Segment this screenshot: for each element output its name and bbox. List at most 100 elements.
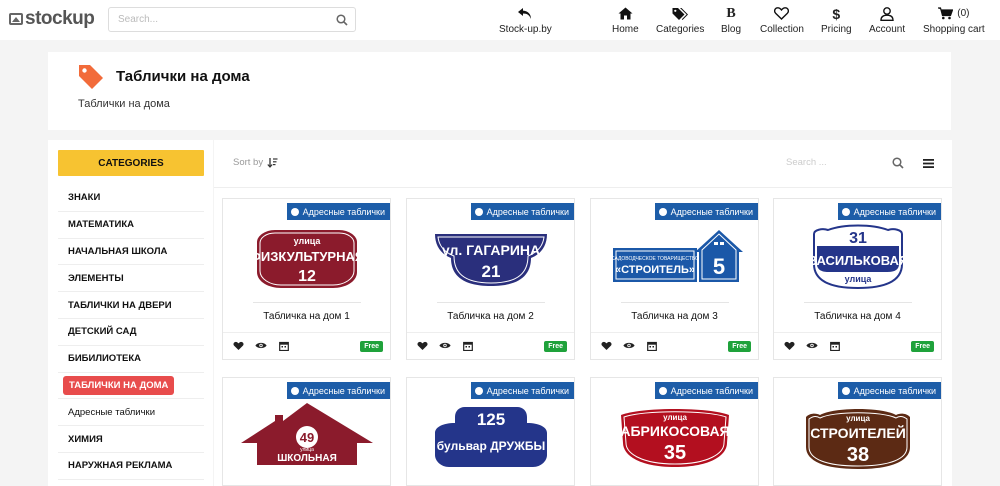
- category-item[interactable]: ХИМИЯ: [58, 426, 204, 453]
- eye-icon[interactable]: [255, 341, 267, 350]
- sort-icon: [267, 158, 278, 168]
- svg-text:САДОВОДЧЕСКОЕ ТОВАРИЩЕСТВО: САДОВОДЧЕСКОЕ ТОВАРИЩЕСТВО: [611, 256, 699, 262]
- category-badge[interactable]: Адресные таблички: [654, 203, 758, 220]
- svg-text:бульвар ДРУЖБЫ: бульвар ДРУЖБЫ: [437, 439, 545, 453]
- category-badge[interactable]: Адресные таблички: [470, 203, 574, 220]
- product-title[interactable]: Табличка на дом 4: [774, 311, 941, 322]
- category-item[interactable]: НАРУЖНАЯ РЕКЛАМА: [58, 453, 204, 480]
- product-card[interactable]: Адресные таблички ул. ГАГАРИНА 21 Таблич…: [406, 198, 575, 360]
- product-title[interactable]: Табличка на дом 1: [223, 311, 390, 322]
- product-card[interactable]: Адресные таблички улица АБРИКОСОВАЯ 35: [590, 377, 759, 486]
- category-badge[interactable]: Адресные таблички: [654, 382, 758, 399]
- calendar-icon[interactable]: [830, 341, 840, 351]
- product-title[interactable]: Табличка на дом 2: [407, 311, 574, 322]
- categories-heading: CATEGORIES: [58, 150, 204, 176]
- address-sign-image: 31 ВАСИЛЬКОВАЯ улица: [808, 224, 909, 290]
- category-badge[interactable]: Адресные таблички: [286, 203, 390, 220]
- nav-home[interactable]: Home: [612, 5, 639, 35]
- category-item[interactable]: НАЧАЛЬНАЯ ШКОЛА: [58, 239, 204, 266]
- product-card[interactable]: Адресные таблички улица ФИЗКУЛЬТУРНАЯ 12…: [222, 198, 391, 360]
- eye-icon[interactable]: [623, 341, 635, 350]
- category-badge[interactable]: Адресные таблички: [286, 382, 390, 399]
- nav-pricing[interactable]: $ Pricing: [821, 5, 852, 36]
- category-item-active[interactable]: ТАБЛИЧКИ НА ДОМА: [58, 373, 204, 400]
- nav-account[interactable]: Account: [869, 5, 905, 35]
- svg-text:ФИЗКУЛЬТУРНАЯ: ФИЗКУЛЬТУРНАЯ: [250, 249, 364, 264]
- svg-text:38: 38: [847, 444, 869, 466]
- svg-text:31: 31: [849, 230, 867, 247]
- address-sign-image: САДОВОДЧЕСКОЕ ТОВАРИЩЕСТВО «СТРОИТЕЛЬ» 5: [611, 230, 743, 282]
- cart-icon: [938, 7, 954, 20]
- nav-blog-label: Blog: [721, 24, 742, 35]
- calendar-icon[interactable]: [647, 341, 657, 351]
- heart-icon[interactable]: [417, 341, 428, 351]
- search-icon[interactable]: [336, 14, 348, 26]
- svg-text:ШКОЛЬНАЯ: ШКОЛЬНАЯ: [277, 453, 337, 464]
- address-sign-image: улица ФИЗКУЛЬТУРНАЯ 12: [250, 230, 364, 288]
- radio-dot-icon: [658, 207, 667, 216]
- menu-icon[interactable]: [923, 159, 934, 168]
- category-item[interactable]: ЗНАКИ: [58, 185, 204, 212]
- product-card[interactable]: Адресные таблички САДОВОДЧЕСКОЕ ТОВАРИЩЕ…: [590, 198, 759, 360]
- calendar-icon[interactable]: [463, 341, 473, 351]
- svg-text:ВАСИЛЬКОВАЯ: ВАСИЛЬКОВАЯ: [808, 253, 909, 268]
- radio-dot-icon: [290, 207, 299, 216]
- eye-icon[interactable]: [439, 341, 451, 350]
- calendar-icon[interactable]: [279, 341, 289, 351]
- free-badge: Free: [544, 341, 567, 352]
- heart-icon[interactable]: [784, 341, 795, 351]
- sort-by-button[interactable]: Sort by: [233, 157, 278, 168]
- page-header: Таблички на дома Таблички на дома: [48, 52, 951, 130]
- breadcrumb[interactable]: Таблички на дома: [78, 98, 170, 110]
- nav-cart[interactable]: (0) Shopping cart: [923, 5, 985, 35]
- cart-count: (0): [957, 8, 970, 19]
- divider: [804, 302, 912, 303]
- svg-text:35: 35: [664, 442, 686, 464]
- nav-back[interactable]: Stock-up.by: [499, 5, 552, 35]
- product-title[interactable]: Табличка на дом 3: [591, 311, 758, 322]
- category-item[interactable]: ДЕТСКИЙ САД: [58, 319, 204, 346]
- nav-categories[interactable]: Categories: [656, 5, 704, 35]
- nav-collection-label: Collection: [760, 24, 804, 35]
- svg-text:5: 5: [713, 254, 725, 279]
- svg-text:улица: улица: [663, 413, 687, 422]
- nav-blog[interactable]: B Blog: [721, 5, 742, 36]
- category-item[interactable]: ТАБЛИЧКИ НА ДВЕРИ: [58, 292, 204, 319]
- category-badge[interactable]: Адресные таблички: [837, 203, 941, 220]
- category-badge[interactable]: Адресные таблички: [837, 382, 941, 399]
- nav-pricing-label: Pricing: [821, 24, 852, 35]
- product-card[interactable]: Адресные таблички 125 бульвар ДРУЖБЫ: [406, 377, 575, 486]
- nav-back-label: Stock-up.by: [499, 24, 552, 35]
- address-sign-image: улица АБРИКОСОВАЯ 35: [620, 409, 730, 467]
- logo[interactable]: stockup: [9, 8, 95, 30]
- card-actions: Free: [774, 332, 941, 360]
- product-area: Sort by Search ... Адресные таблички ули…: [214, 140, 952, 486]
- user-icon: [880, 5, 894, 22]
- page-title: Таблички на дома: [116, 68, 250, 85]
- search-icon[interactable]: [892, 157, 904, 169]
- product-card[interactable]: Адресные таблички 49 улица ШКОЛЬНАЯ: [222, 377, 391, 486]
- divider: [437, 302, 545, 303]
- free-badge: Free: [911, 341, 934, 352]
- product-search-input[interactable]: Search ...: [786, 157, 827, 168]
- cart-row: (0): [938, 5, 969, 22]
- category-badge[interactable]: Адресные таблички: [470, 382, 574, 399]
- category-item[interactable]: БИБИЛИОТЕКА: [58, 346, 204, 373]
- search-box: [108, 7, 356, 32]
- product-card[interactable]: Адресные таблички 31 ВАСИЛЬКОВАЯ улица Т…: [773, 198, 942, 360]
- category-item[interactable]: ЭЛЕМЕНТЫ: [58, 265, 204, 293]
- radio-dot-icon: [841, 386, 850, 395]
- free-badge: Free: [728, 341, 751, 352]
- nav-home-label: Home: [612, 24, 639, 35]
- product-card[interactable]: Адресные таблички улица СТРОИТЕЛЕЙ 38: [773, 377, 942, 486]
- eye-icon[interactable]: [806, 341, 818, 350]
- search-input[interactable]: [109, 8, 319, 31]
- subcategory-item[interactable]: Адресные таблички: [58, 399, 204, 427]
- address-sign-image: улица СТРОИТЕЛЕЙ 38: [806, 409, 910, 469]
- category-item[interactable]: МАТЕМАТИКА: [58, 212, 204, 239]
- tags-icon: [672, 5, 689, 22]
- heart-icon[interactable]: [601, 341, 612, 351]
- heart-icon[interactable]: [233, 341, 244, 351]
- nav-collection[interactable]: Collection: [760, 5, 804, 35]
- logo-text: stockup: [25, 8, 95, 29]
